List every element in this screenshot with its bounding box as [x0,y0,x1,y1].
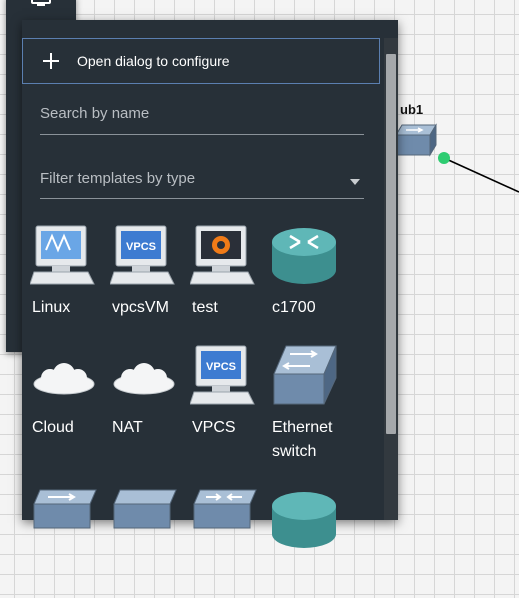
template-tile[interactable]: c1700 [270,224,350,334]
vpcs-computer-icon: VPCS [110,225,175,285]
configure-button-label: Open dialog to configure [77,53,230,69]
link-status-dot [438,152,450,164]
template-label: Cloud [32,419,74,436]
svg-text:VPCS: VPCS [206,361,236,373]
search-input[interactable] [40,98,364,128]
template-tile[interactable] [190,488,270,598]
template-tile[interactable]: VPCS VPCS [190,344,270,454]
template-tile[interactable] [110,488,190,598]
template-panel: Open dialog to configure Filter template… [22,20,398,548]
template-label: VPCS [192,419,236,436]
router-icon [272,228,336,284]
template-label: Linux [32,299,71,316]
template-label: Ethernet switch [272,419,333,460]
template-tile[interactable] [30,488,110,598]
open-configure-dialog-button[interactable]: Open dialog to configure [22,38,380,84]
template-label: vpcsVM [112,299,169,316]
template-tile[interactable]: test [190,224,270,334]
router-icon [272,492,336,548]
template-tile[interactable] [270,488,350,598]
search-field[interactable] [40,98,364,135]
ethernet-switch-icon [273,345,337,405]
scrollbar-thumb[interactable] [386,54,396,434]
plus-icon [43,53,59,69]
svg-text:VPCS: VPCS [126,241,156,253]
link-line[interactable] [430,150,519,195]
hub-icon [113,489,177,529]
linux-computer-icon [30,225,95,285]
panel-scrollbar[interactable] [384,38,398,520]
caret-down-icon [350,179,360,185]
monitor-icon[interactable] [28,0,54,8]
switch-icon [33,489,97,529]
filter-placeholder: Filter templates by type [40,170,196,187]
qemu-computer-icon [190,225,255,285]
template-label: c1700 [272,299,316,316]
vpcs-computer-icon: VPCS [190,345,255,405]
cloud-icon [33,363,95,395]
switch-icon [193,489,257,529]
nat-cloud-icon [113,363,175,395]
template-tile[interactable]: Cloud [30,344,110,454]
template-tile[interactable]: VPCS vpcsVM [110,224,190,334]
template-label: test [192,299,218,316]
template-tile[interactable]: NAT [110,344,190,454]
template-tile[interactable]: Ethernet switch [270,344,350,460]
template-tile[interactable]: Linux [30,224,110,334]
filter-type-select[interactable]: Filter templates by type [40,162,364,199]
template-label: NAT [112,419,143,436]
node-label: ub1 [400,102,424,117]
